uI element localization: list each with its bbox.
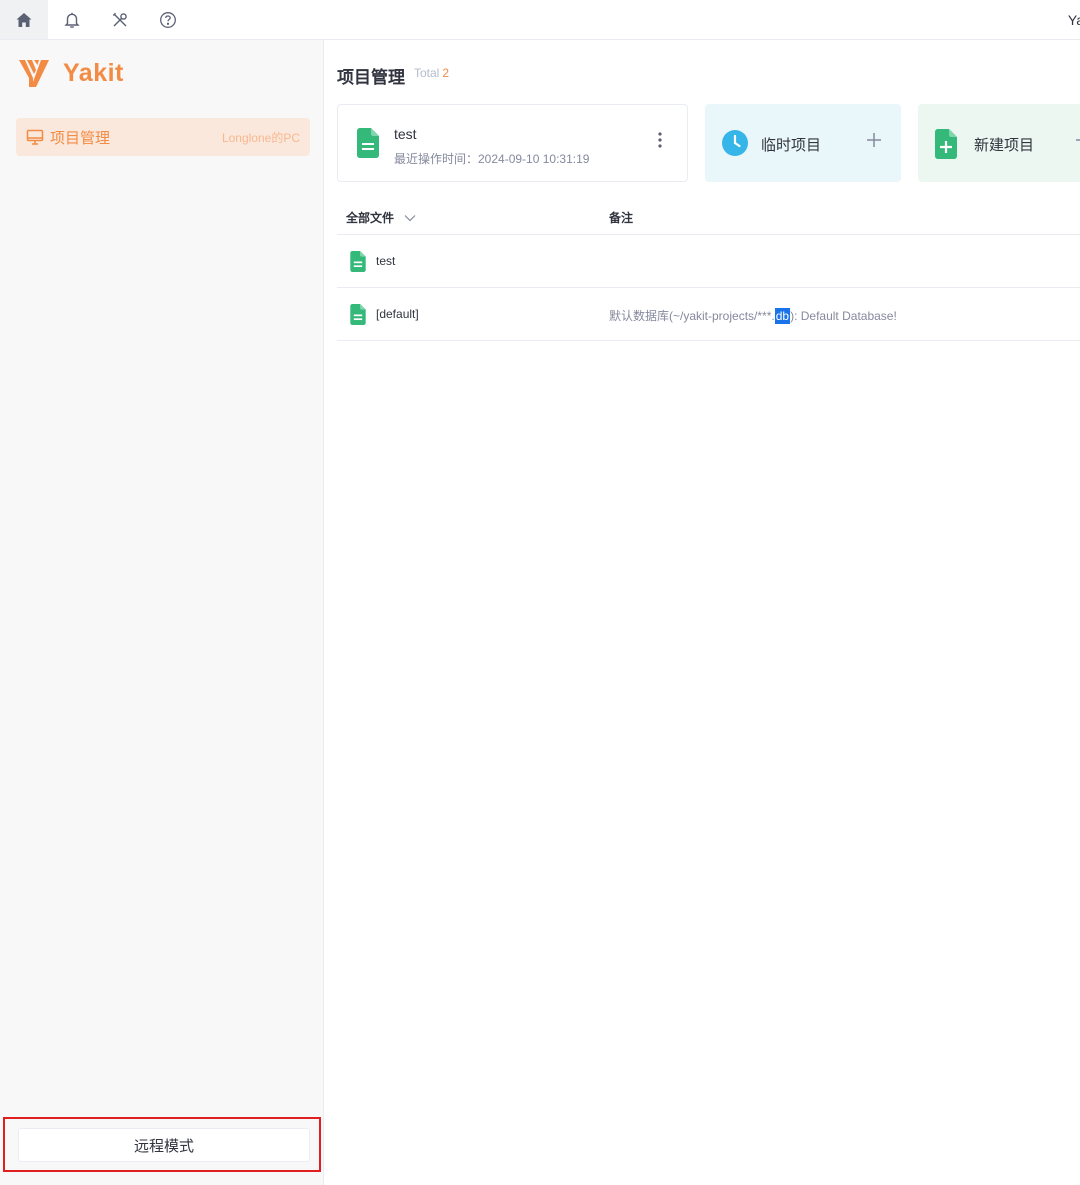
user-label[interactable]: Ya: [1068, 12, 1080, 28]
more-options-icon[interactable]: [657, 131, 663, 149]
table-row[interactable]: test: [337, 235, 1080, 288]
page-title: 项目管理: [337, 68, 405, 87]
monitor-icon: [26, 129, 44, 145]
total-label: Total: [414, 66, 440, 80]
home-icon: [16, 12, 32, 27]
recent-project-card[interactable]: test 最近操作时间：2024-09-10 10:31:19: [337, 104, 688, 182]
recent-project-name: test: [394, 126, 417, 142]
total-number: 2: [442, 66, 450, 80]
file-icon: [357, 128, 379, 158]
project-table-header: 全部文件 备注: [337, 200, 1080, 235]
note-highlight: db: [774, 308, 791, 324]
files-filter-dropdown[interactable]: 全部文件: [346, 209, 416, 226]
table-row[interactable]: [default] 默认数据库(~/yakit-projects/***.db)…: [337, 288, 1080, 341]
sidebar-item-label: 项目管理: [50, 129, 111, 147]
project-note: 默认数据库(~/yakit-projects/***.db): Default …: [609, 307, 897, 324]
new-project-label: 新建项目: [974, 137, 1035, 154]
tools-icon: [112, 12, 127, 26]
clock-icon: [722, 130, 748, 156]
yakit-logo-icon: [19, 60, 49, 87]
remote-mode-button[interactable]: 远程模式: [18, 1128, 310, 1162]
note-text-after: ): Default Database!: [790, 309, 897, 323]
temporary-project-label: 临时项目: [761, 137, 822, 154]
plus-icon: [1076, 139, 1080, 141]
chevron-down-icon: [404, 214, 416, 221]
sidebar: Yakit 项目管理 Longlone的PC 远程模式: [0, 40, 324, 1185]
main-content: 项目管理 Total 2 test 最近操作时间：2024-09-10 10:31…: [324, 40, 1080, 1185]
logo-text: Yakit: [63, 58, 124, 87]
total-count: Total 2: [414, 66, 449, 80]
project-name: test: [376, 254, 396, 268]
file-icon: [350, 304, 366, 325]
new-file-icon: [935, 129, 957, 159]
project-name: [default]: [376, 307, 419, 321]
sidebar-item-subtitle: Longlone的PC: [221, 130, 300, 145]
yakit-logo: Yakit: [17, 56, 124, 90]
home-button[interactable]: [0, 0, 48, 39]
bell-icon: [64, 12, 80, 28]
note-text: 默认数据库(~/yakit-projects/***.: [609, 309, 775, 323]
help-button[interactable]: [144, 0, 192, 39]
note-column-header: 备注: [609, 211, 634, 225]
notification-button[interactable]: [48, 0, 96, 39]
help-icon: [160, 11, 176, 28]
plus-icon: [867, 133, 881, 147]
file-icon: [350, 251, 366, 272]
tools-button[interactable]: [96, 0, 144, 39]
sidebar-item-project-management[interactable]: 项目管理 Longlone的PC: [16, 118, 310, 156]
top-toolbar: Ya: [0, 0, 1080, 40]
files-column-header: 全部文件: [346, 211, 395, 225]
remote-mode-highlight: 远程模式: [3, 1117, 321, 1172]
temporary-project-card[interactable]: 临时项目: [705, 104, 901, 182]
new-project-card[interactable]: 新建项目: [918, 104, 1080, 182]
recent-project-time: 最近操作时间：2024-09-10 10:31:19: [394, 152, 590, 166]
